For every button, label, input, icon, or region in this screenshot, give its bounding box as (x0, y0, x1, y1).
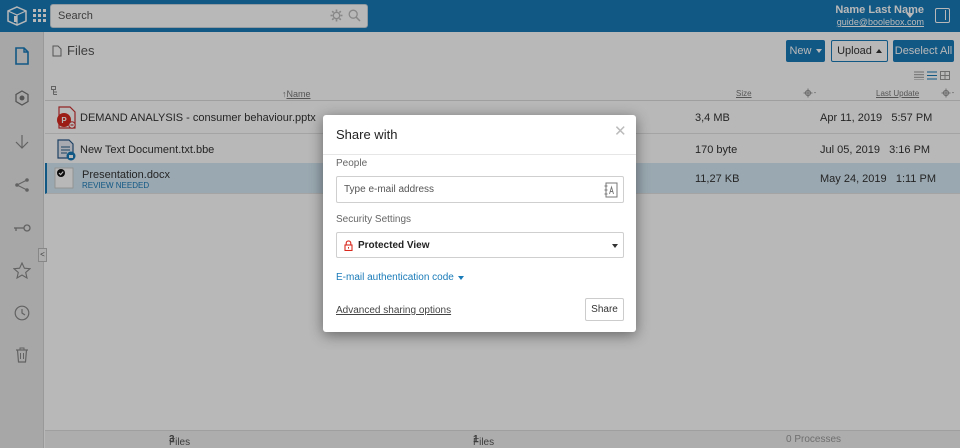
email-auth-code-toggle[interactable]: E-mail authentication code (336, 272, 464, 283)
email-input[interactable] (337, 177, 587, 202)
lock-icon (344, 240, 353, 251)
dialog-title: Share with (336, 127, 398, 142)
chevron-down-icon (612, 244, 618, 248)
advanced-sharing-link[interactable]: Advanced sharing options (336, 305, 451, 316)
dialog-divider (323, 154, 636, 155)
close-icon[interactable]: ✕ (614, 124, 627, 139)
chevron-down-icon (457, 275, 464, 280)
share-button[interactable]: Share (585, 298, 624, 321)
security-settings-label: Security Settings (336, 214, 412, 225)
share-dialog: Share with ✕ People Security Settings Pr… (323, 115, 636, 332)
security-select[interactable]: Protected View (336, 232, 624, 258)
address-book-icon[interactable] (604, 182, 618, 198)
people-label: People (336, 158, 368, 169)
security-select-value: Protected View (358, 240, 430, 251)
email-auth-code-label: E-mail authentication code (336, 272, 454, 283)
email-field (336, 176, 624, 203)
